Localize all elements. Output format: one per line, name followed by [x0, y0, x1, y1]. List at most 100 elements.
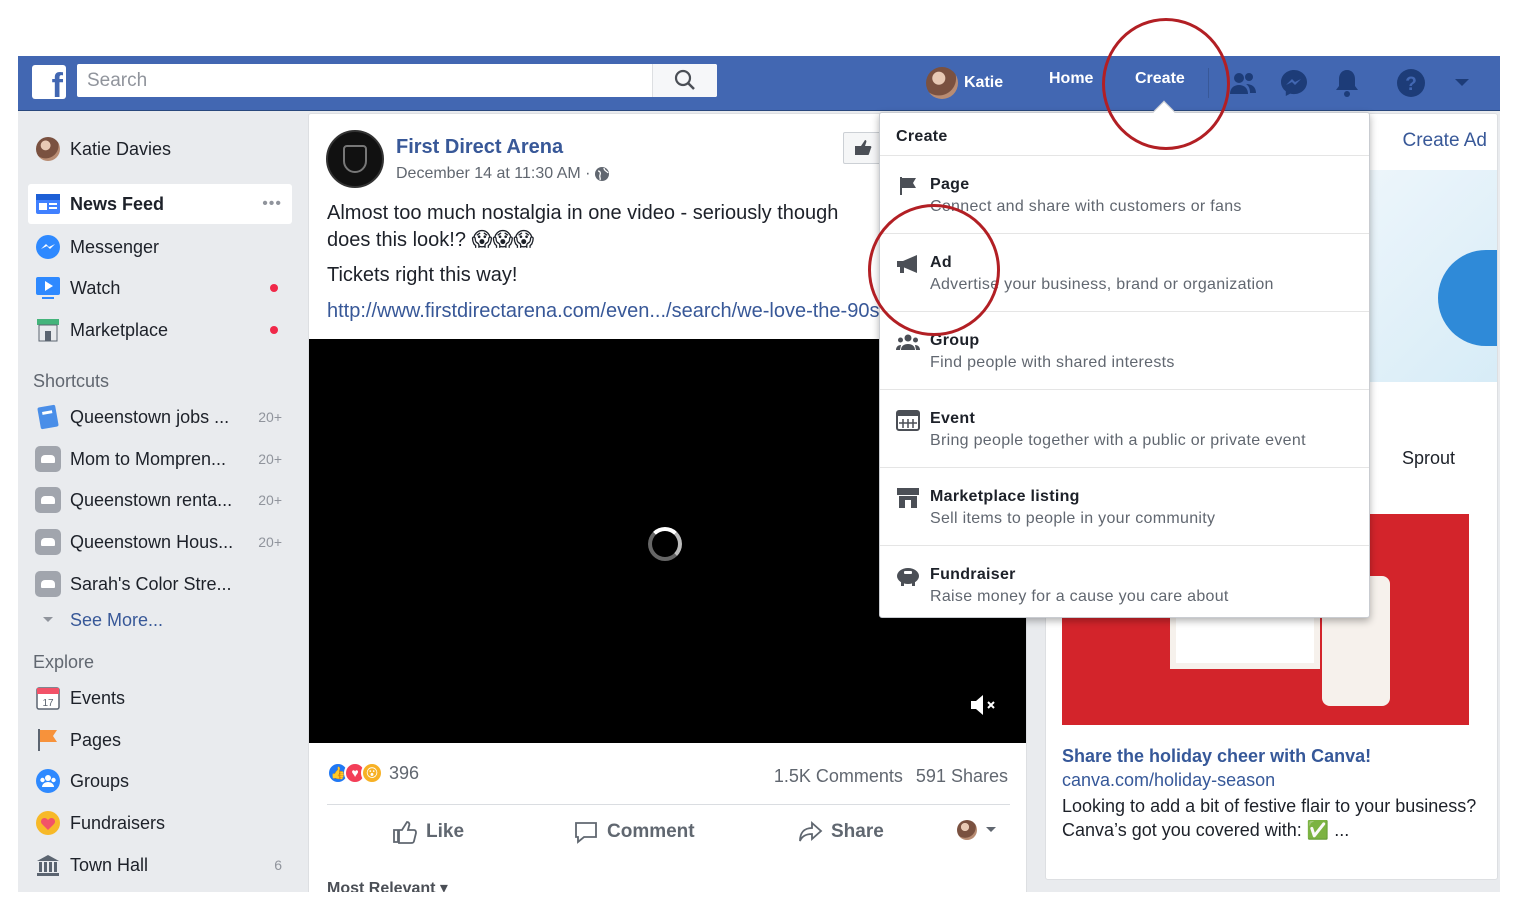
comment-count[interactable]: 1.5K Comments: [774, 766, 903, 786]
shortcut-item[interactable]: Mom to Mompren... 20+: [28, 439, 292, 479]
like-button[interactable]: Like: [392, 820, 464, 844]
notification-dot: [270, 284, 278, 292]
sidebar-profile-name: Katie Davies: [70, 138, 172, 159]
globe-icon: [595, 167, 610, 181]
shortcut-count: 20+: [258, 492, 282, 508]
marketplace-icon: [34, 316, 62, 344]
mute-icon[interactable]: [968, 692, 1000, 725]
shortcut-label: Sarah's Color Stre...: [70, 573, 232, 594]
town-hall-icon: [34, 851, 62, 879]
sidebar-item-label: Events: [70, 687, 126, 708]
group-icon: [34, 570, 62, 598]
post-as-selector[interactable]: [957, 820, 997, 840]
sidebar-item-watch[interactable]: Watch: [28, 268, 292, 308]
explore-heading: Explore: [33, 652, 95, 672]
post-text-secondary: Tickets right this way!: [327, 264, 518, 286]
megaphone-icon: [894, 252, 922, 276]
create-menu-item-fundraiser[interactable]: Fundraiser Raise money for a cause you c…: [880, 545, 1369, 623]
sidebar-item-news-feed[interactable]: News Feed •••: [28, 184, 292, 224]
comment-sort-dropdown[interactable]: Most Relevant ▾: [327, 878, 448, 892]
sidebar-item-marketplace[interactable]: Marketplace: [28, 310, 292, 350]
create-ad-link[interactable]: Create Ad: [1403, 130, 1488, 152]
share-icon: [799, 820, 823, 842]
town-hall-count: 6: [274, 857, 282, 873]
search-button[interactable]: [652, 64, 717, 97]
sidebar-item-pages[interactable]: Pages: [28, 720, 292, 760]
storefront-icon: [894, 486, 922, 510]
share-count[interactable]: 591 Shares: [916, 766, 1008, 786]
sidebar-item-label: Fundraisers: [70, 812, 166, 833]
piggy-bank-icon: [894, 564, 922, 588]
shortcut-label: Queenstown Hous...: [70, 531, 234, 552]
shortcut-item[interactable]: Queenstown jobs ... 20+: [28, 397, 292, 437]
help-icon[interactable]: ?: [1394, 66, 1428, 100]
search-input[interactable]: [77, 64, 652, 97]
left-sidebar: Katie Davies News Feed ••• Messenger Wat…: [18, 111, 308, 892]
facebook-logo[interactable]: f: [32, 65, 66, 103]
shortcut-label: Queenstown renta...: [70, 489, 233, 510]
ad-title-fragment[interactable]: Sprout: [1402, 448, 1455, 469]
sidebar-item-messenger[interactable]: Messenger: [28, 227, 292, 267]
create-menu-item-marketplace-listing[interactable]: Marketplace listing Sell items to people…: [880, 467, 1369, 545]
comment-button[interactable]: Comment: [573, 820, 695, 844]
caret-down-icon[interactable]: [1445, 66, 1479, 100]
share-label: Share: [831, 821, 884, 842]
create-menu-item-event[interactable]: Event Bring people together with a publi…: [880, 389, 1369, 467]
home-link[interactable]: Home: [1049, 70, 1093, 88]
profile-name: Katie: [964, 74, 1004, 91]
sidebar-item-fundraisers[interactable]: Fundraisers: [28, 803, 292, 843]
like-page-button[interactable]: [843, 132, 883, 164]
friends-icon[interactable]: [1226, 66, 1260, 100]
sidebar-item-events[interactable]: 17 Events: [28, 678, 292, 718]
post-timestamp-row: December 14 at 11:30 AM ·: [396, 165, 610, 183]
menu-item-description: Sell items to people in your community: [930, 510, 1216, 527]
post-page-name[interactable]: First Direct Arena: [396, 136, 563, 159]
sidebar-item-label: Groups: [70, 770, 130, 791]
fundraiser-icon: [34, 809, 62, 837]
thumbs-up-icon: [393, 821, 417, 844]
ad-url[interactable]: canva.com/holiday-season: [1062, 770, 1275, 791]
shortcut-count: 20+: [258, 451, 282, 467]
sidebar-item-label: Messenger: [70, 236, 160, 257]
thumbs-up-icon: [855, 140, 872, 155]
sidebar-item-town-hall[interactable]: Town Hall 6: [28, 845, 292, 885]
shortcut-label: Mom to Mompren...: [70, 448, 227, 469]
sidebar-profile[interactable]: Katie Davies: [28, 129, 292, 169]
create-menu: Create Page Connect and share with custo…: [879, 100, 1370, 618]
sidebar-item-label: Watch: [70, 277, 121, 298]
groups-icon: [34, 767, 62, 795]
avatar: [34, 135, 62, 163]
create-menu-item-page[interactable]: Page Connect and share with customers or…: [880, 155, 1369, 233]
reaction-count: 396: [389, 762, 420, 783]
post-timestamp[interactable]: December 14 at 11:30 AM ·: [396, 165, 590, 183]
page-avatar[interactable]: [326, 130, 384, 188]
comment-label: Comment: [607, 821, 695, 842]
profile-link[interactable]: Katie: [926, 65, 1003, 101]
sidebar-item-label: Town Hall: [70, 854, 149, 875]
sidebar-item-groups[interactable]: Groups: [28, 761, 292, 801]
reaction-summary[interactable]: 👍 ♥ 😮 396: [327, 762, 419, 784]
calendar-icon: 17: [34, 684, 62, 712]
create-link[interactable]: Create: [1135, 70, 1185, 88]
svg-text:17: 17: [42, 698, 54, 709]
see-more-link[interactable]: See More...: [28, 600, 292, 640]
nav-divider: [1208, 68, 1209, 98]
shortcut-item[interactable]: Queenstown Hous... 20+: [28, 522, 292, 562]
chevron-down-icon: [34, 606, 62, 634]
share-button[interactable]: Share: [797, 820, 884, 844]
post-text: Almost too much nostalgia in one video -…: [327, 202, 839, 251]
calendar-icon: [894, 408, 922, 432]
messenger-icon[interactable]: [1277, 66, 1311, 100]
divider: [327, 804, 1010, 805]
group-icon: [34, 486, 62, 514]
shortcut-item[interactable]: Queenstown renta... 20+: [28, 480, 292, 520]
post-link[interactable]: http://www.firstdirectarena.com/even.../…: [327, 300, 879, 323]
shortcut-item[interactable]: Sarah's Color Stre...: [28, 564, 292, 604]
create-menu-item-group[interactable]: Group Find people with shared interests: [880, 311, 1369, 389]
bell-icon[interactable]: [1330, 66, 1364, 100]
more-options-icon[interactable]: •••: [262, 195, 282, 213]
menu-item-description: Advertise your business, brand or organi…: [930, 276, 1274, 293]
create-menu-item-ad[interactable]: Ad Advertise your business, brand or org…: [880, 233, 1369, 311]
ad-title[interactable]: Share the holiday cheer with Canva!: [1062, 746, 1371, 767]
menu-item-title: Group: [930, 332, 980, 349]
